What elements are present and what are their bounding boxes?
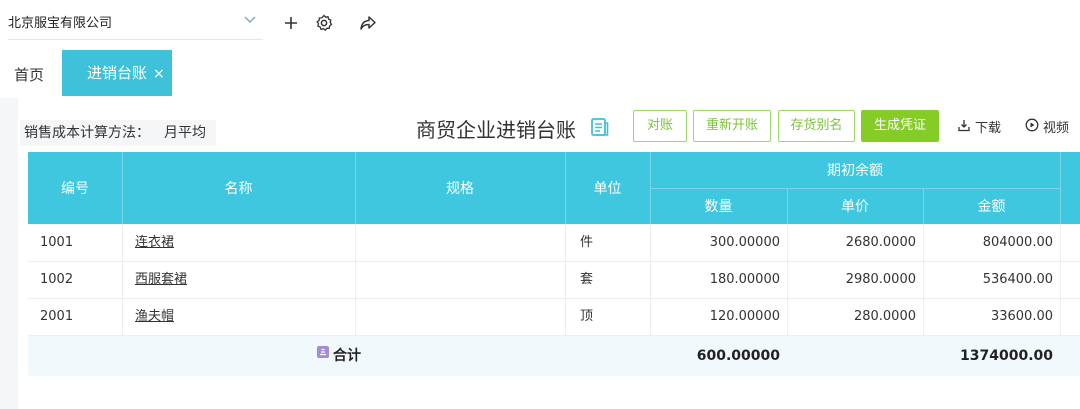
tab-ledger[interactable]: 进销台账 ×: [62, 50, 172, 96]
cell-code: 2001: [40, 309, 74, 324]
download-label: 下载: [975, 121, 1002, 136]
header-divider: [650, 188, 1060, 189]
generate-voucher-button[interactable]: 生成凭证: [861, 110, 939, 142]
row-divider: [1060, 225, 1061, 261]
table-row[interactable]: 2001 渔夫帽 顶 120.00000 280.0000 33600.00: [28, 299, 1080, 336]
header-spec[interactable]: 规格: [355, 152, 565, 224]
header-next-column: [1060, 152, 1080, 224]
header-unit[interactable]: 单位: [565, 152, 650, 224]
cell-amount: 804000.00: [982, 235, 1053, 250]
row-divider: [565, 299, 566, 335]
header-unit-price[interactable]: 单价: [787, 188, 923, 224]
download-link[interactable]: 下载: [957, 117, 1001, 136]
cell-unit-price: 2980.0000: [845, 272, 916, 287]
tab-home[interactable]: 首页: [14, 64, 44, 85]
alias-button[interactable]: 存货别名: [778, 110, 855, 142]
row-divider: [355, 299, 356, 335]
reopen-button[interactable]: 重新开账: [693, 110, 771, 142]
cost-method: 销售成本计算方法： 月平均: [20, 120, 216, 146]
header-opening-balance: 期初余额: [650, 152, 1060, 188]
cell-unit-price: 280.0000: [853, 309, 916, 324]
cost-method-value: 月平均: [164, 125, 206, 141]
tab-bar: 首页 进销台账 ×: [0, 50, 1080, 98]
header-divider: [923, 188, 924, 224]
cell-code: 1002: [40, 272, 74, 287]
cell-quantity: 180.00000: [709, 272, 780, 287]
cell-unit: 套: [580, 272, 594, 287]
video-label: 视频: [1043, 121, 1070, 136]
header-name[interactable]: 名称: [122, 152, 355, 224]
header-divider: [565, 152, 566, 224]
top-bar: 北京服宝有限公司: [0, 0, 1080, 50]
header-quantity[interactable]: 数量: [650, 188, 787, 224]
tab-ledger-label: 进销台账: [87, 64, 148, 82]
header-divider: [355, 152, 356, 224]
plus-icon[interactable]: [279, 11, 303, 35]
cell-unit-price: 2680.0000: [845, 235, 916, 250]
play-icon: [1025, 118, 1039, 136]
download-icon: [957, 118, 971, 136]
row-divider: [122, 299, 123, 335]
total-label: 合计: [316, 336, 416, 376]
header-divider: [122, 152, 123, 224]
cell-spec: [365, 225, 555, 261]
cell-name-link[interactable]: 西服套裙: [135, 262, 335, 298]
cell-name-link[interactable]: 渔夫帽: [135, 299, 335, 335]
row-divider: [355, 262, 356, 298]
header-divider: [787, 188, 788, 224]
cell-spec: [365, 299, 555, 335]
page-title: 商贸企业进销台账: [416, 118, 576, 142]
table-row[interactable]: 1002 西服套裙 套 180.00000 2980.0000 536400.0…: [28, 262, 1080, 299]
row-divider: [565, 262, 566, 298]
cell-unit: 件: [580, 235, 594, 250]
cell-name-link[interactable]: 连衣裙: [135, 225, 335, 261]
chevron-down-icon[interactable]: [243, 10, 257, 38]
row-divider: [1060, 262, 1061, 298]
cell-amount: 536400.00: [982, 272, 1053, 287]
total-quantity: 600.00000: [696, 348, 780, 364]
document-icon[interactable]: [590, 117, 610, 137]
row-divider: [122, 262, 123, 298]
reconcile-button[interactable]: 对账: [633, 110, 687, 142]
company-name: 北京服宝有限公司: [8, 16, 113, 31]
header-divider: [1060, 152, 1061, 224]
cell-quantity: 300.00000: [709, 235, 780, 250]
company-selector[interactable]: 北京服宝有限公司: [8, 10, 263, 40]
total-badge-icon: [316, 335, 330, 375]
table-row[interactable]: 1001 连衣裙 件 300.00000 2680.0000 804000.00: [28, 225, 1080, 262]
row-divider: [355, 225, 356, 261]
total-row: 合计 600.00000 1374000.00: [28, 336, 1080, 376]
cell-amount: 33600.00: [990, 309, 1053, 324]
share-icon[interactable]: [356, 11, 380, 35]
cell-quantity: 120.00000: [709, 309, 780, 324]
total-amount: 1374000.00: [960, 348, 1053, 364]
row-divider: [565, 225, 566, 261]
cell-unit: 顶: [580, 309, 594, 324]
header-code[interactable]: 编号: [28, 152, 122, 224]
cost-method-label: 销售成本计算方法：: [24, 125, 150, 141]
row-divider: [122, 225, 123, 261]
total-label-text: 合计: [333, 348, 361, 364]
header-amount[interactable]: 金额: [923, 188, 1060, 224]
close-icon[interactable]: ×: [153, 66, 165, 82]
row-divider: [1060, 299, 1061, 335]
cell-spec: [365, 262, 555, 298]
gear-icon[interactable]: [312, 11, 336, 35]
cell-code: 1001: [40, 235, 74, 250]
video-link[interactable]: 视频: [1025, 117, 1069, 136]
